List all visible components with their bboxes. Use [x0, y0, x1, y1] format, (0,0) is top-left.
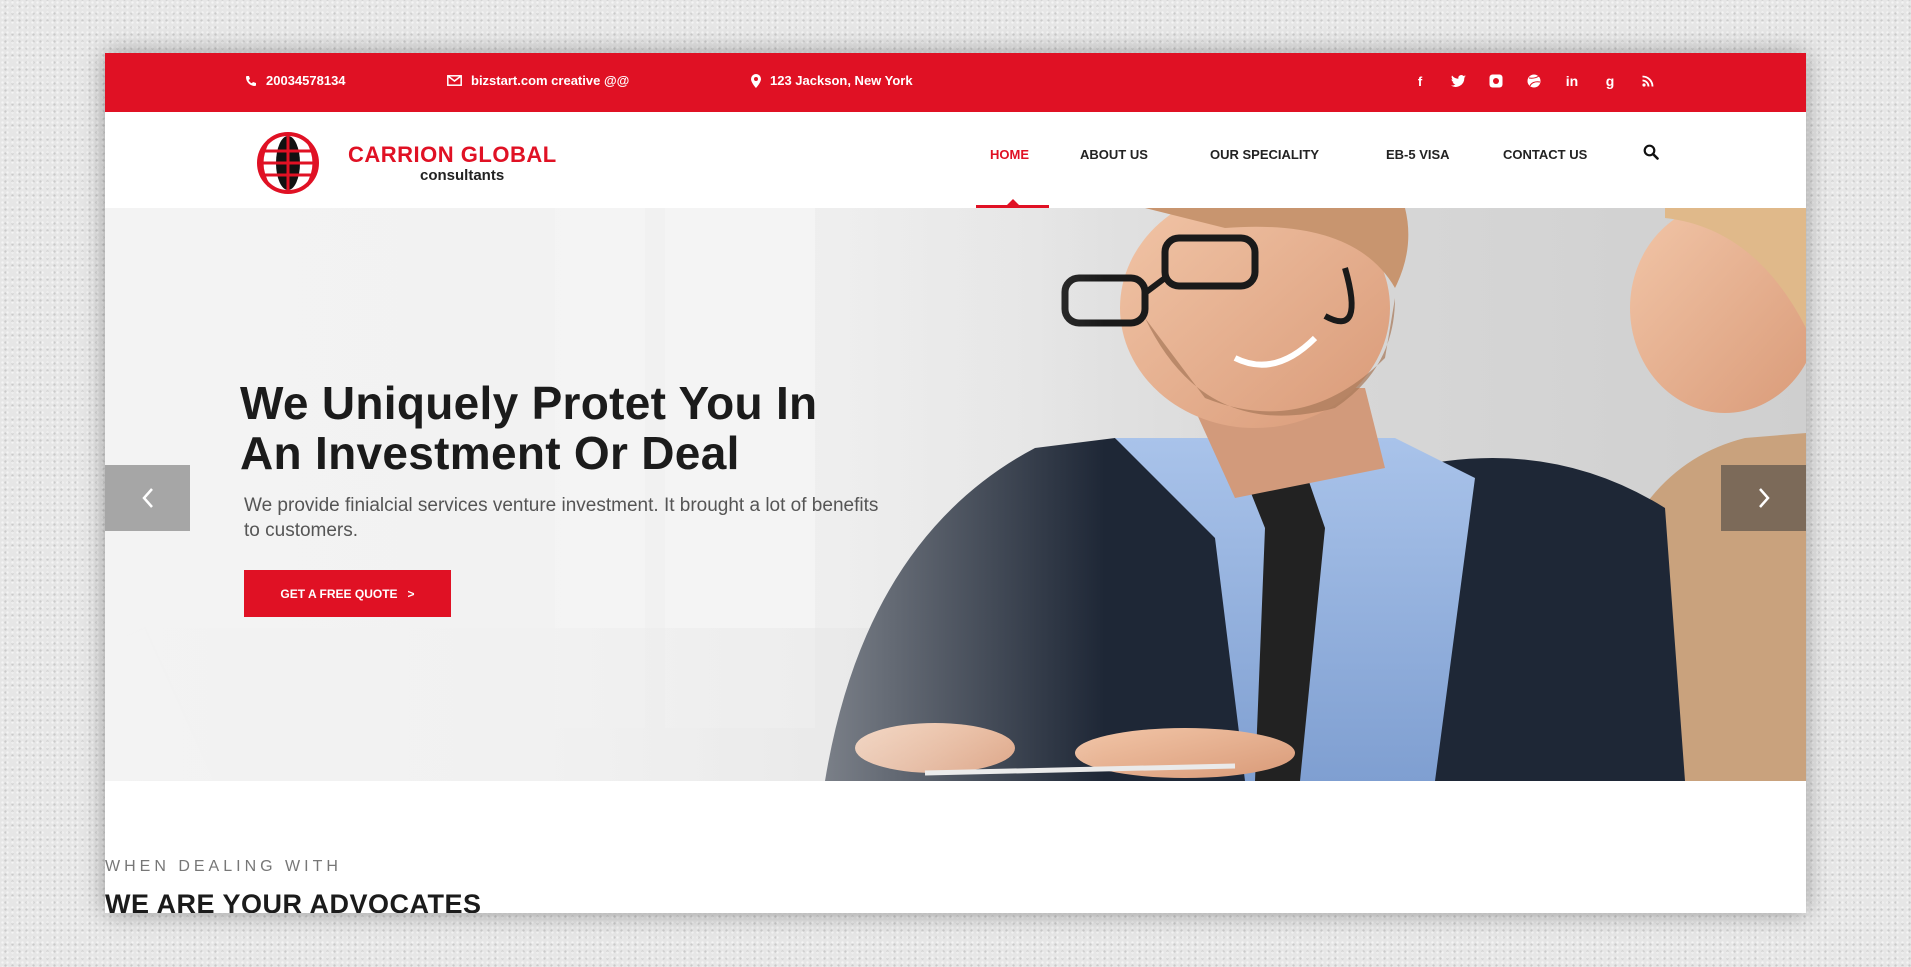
street-address: 123 Jackson, New York: [770, 73, 913, 88]
logo-text: CARRION GLOBAL consultants: [348, 141, 557, 184]
phone-icon: [246, 75, 256, 86]
get-a-free-quote-button[interactable]: GET A FREE QUOTE >: [244, 570, 451, 617]
dribbble-icon[interactable]: [1524, 71, 1544, 91]
phone-number: 20034578134: [266, 73, 346, 88]
logo-title: CARRION GLOBAL: [348, 141, 557, 167]
rss-icon[interactable]: [1638, 71, 1658, 91]
hero-title-line-2: An Investment Or Deal: [240, 427, 740, 479]
slider-prev-button[interactable]: [105, 465, 190, 531]
instagram-icon[interactable]: [1486, 71, 1506, 91]
hero-subtitle: We provide finialcial services venture i…: [244, 495, 879, 541]
cta-label: GET A FREE QUOTE: [280, 586, 398, 601]
search-icon[interactable]: [1643, 144, 1659, 164]
section-title: WE ARE YOUR ADVOCATES: [105, 889, 482, 913]
google-plus-icon[interactable]: g: [1600, 71, 1620, 91]
phone-contact[interactable]: 20034578134: [245, 73, 346, 88]
twitter-icon[interactable]: [1448, 71, 1468, 91]
nav-item-contact-us[interactable]: CONTACT US: [1503, 147, 1587, 162]
email-contact[interactable]: bizstart.com creative @@: [447, 73, 629, 88]
slider-next-button[interactable]: [1721, 465, 1806, 531]
location-pin-icon: [751, 73, 761, 88]
social-links: f in g: [1410, 71, 1658, 91]
chevron-right-icon: [1758, 488, 1770, 508]
top-contact-bar: 20034578134 bizstart.com creative @@ 123…: [105, 53, 1806, 112]
site-logo[interactable]: CARRION GLOBAL consultants: [242, 132, 557, 194]
cta-chevron-icon: >: [407, 586, 415, 601]
address-contact: 123 Jackson, New York: [751, 73, 913, 88]
nav-item-eb5-visa[interactable]: EB-5 VISA: [1386, 147, 1450, 162]
nav-item-home[interactable]: HOME: [990, 147, 1029, 162]
site-header: CARRION GLOBAL consultants HOME ABOUT US…: [105, 112, 1806, 208]
hero-slider: We Uniquely Protet You In An Investment …: [105, 208, 1806, 781]
linkedin-icon[interactable]: in: [1562, 71, 1582, 91]
email-address: bizstart.com creative @@: [471, 73, 630, 88]
logo-subtitle: consultants: [420, 166, 505, 184]
hero-title-line-1: We Uniquely Protet You In: [240, 377, 818, 429]
website-frame: 20034578134 bizstart.com creative @@ 123…: [105, 53, 1806, 913]
globe-logo-icon: [257, 132, 319, 194]
nav-item-our-speciality[interactable]: OUR SPECIALITY: [1210, 147, 1319, 162]
nav-item-about-us[interactable]: ABOUT US: [1080, 147, 1148, 162]
chevron-left-icon: [141, 488, 153, 508]
mail-icon: [447, 75, 462, 86]
hero-title: We Uniquely Protet You In An Investment …: [240, 378, 817, 478]
section-eyebrow: WHEN DEALING WITH: [105, 858, 342, 875]
facebook-icon[interactable]: f: [1410, 71, 1430, 91]
